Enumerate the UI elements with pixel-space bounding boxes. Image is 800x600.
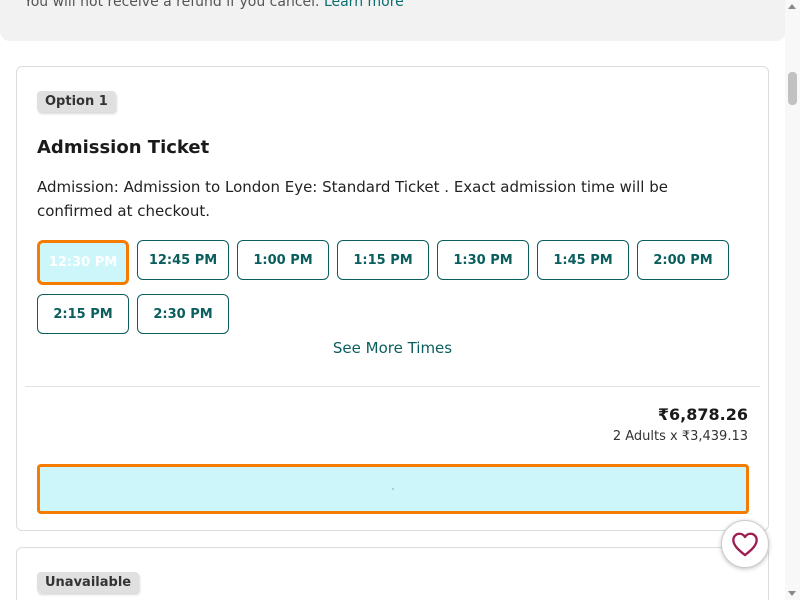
time-slot-button[interactable]: 1:15 PM	[337, 240, 429, 280]
time-slot-button[interactable]: 12:45 PM	[137, 240, 229, 280]
page: You will not receive a refund if you can…	[0, 0, 800, 600]
refund-notice-text: You will not receive a refund if you can…	[24, 0, 404, 10]
refund-notice: You will not receive a refund if you can…	[0, 0, 786, 41]
time-slot-button[interactable]: 12:30 PM	[37, 240, 129, 285]
refund-notice-message: You will not receive a refund if you can…	[24, 0, 320, 10]
time-slot-button[interactable]: 2:00 PM	[637, 240, 729, 280]
price-breakdown: 2 Adults x ₹3,439.13	[612, 429, 748, 444]
option-badge: Option 1	[37, 91, 116, 112]
option-card-unavailable: Unavailable	[16, 547, 769, 600]
scroll-down-arrow-icon[interactable]	[788, 591, 796, 596]
loading-dot	[392, 488, 394, 490]
divider	[25, 386, 760, 387]
learn-more-link[interactable]: Learn more	[324, 0, 404, 10]
favorite-button[interactable]	[721, 520, 769, 568]
unavailable-badge: Unavailable	[37, 572, 140, 593]
scrollbar-thumb[interactable]	[788, 72, 797, 105]
time-slot-button[interactable]: 1:00 PM	[237, 240, 329, 280]
total-price: ₹6,878.26	[657, 405, 748, 424]
page-scrollbar[interactable]	[785, 0, 800, 600]
option-card: Option 1 Admission Ticket Admission: Adm…	[16, 66, 769, 531]
option-description: Admission: Admission to London Eye: Stan…	[37, 178, 668, 220]
time-slot-button[interactable]: 1:30 PM	[437, 240, 529, 280]
see-more-times-link[interactable]: See More Times	[17, 339, 768, 357]
option-title: Admission Ticket	[37, 137, 210, 158]
scroll-up-arrow-icon[interactable]	[788, 4, 796, 9]
time-slot-button[interactable]: 2:30 PM	[137, 294, 229, 334]
book-now-button[interactable]	[37, 464, 749, 514]
heart-icon	[732, 532, 758, 557]
time-slot-button[interactable]: 2:15 PM	[37, 294, 129, 334]
time-slot-button[interactable]: 1:45 PM	[537, 240, 629, 280]
